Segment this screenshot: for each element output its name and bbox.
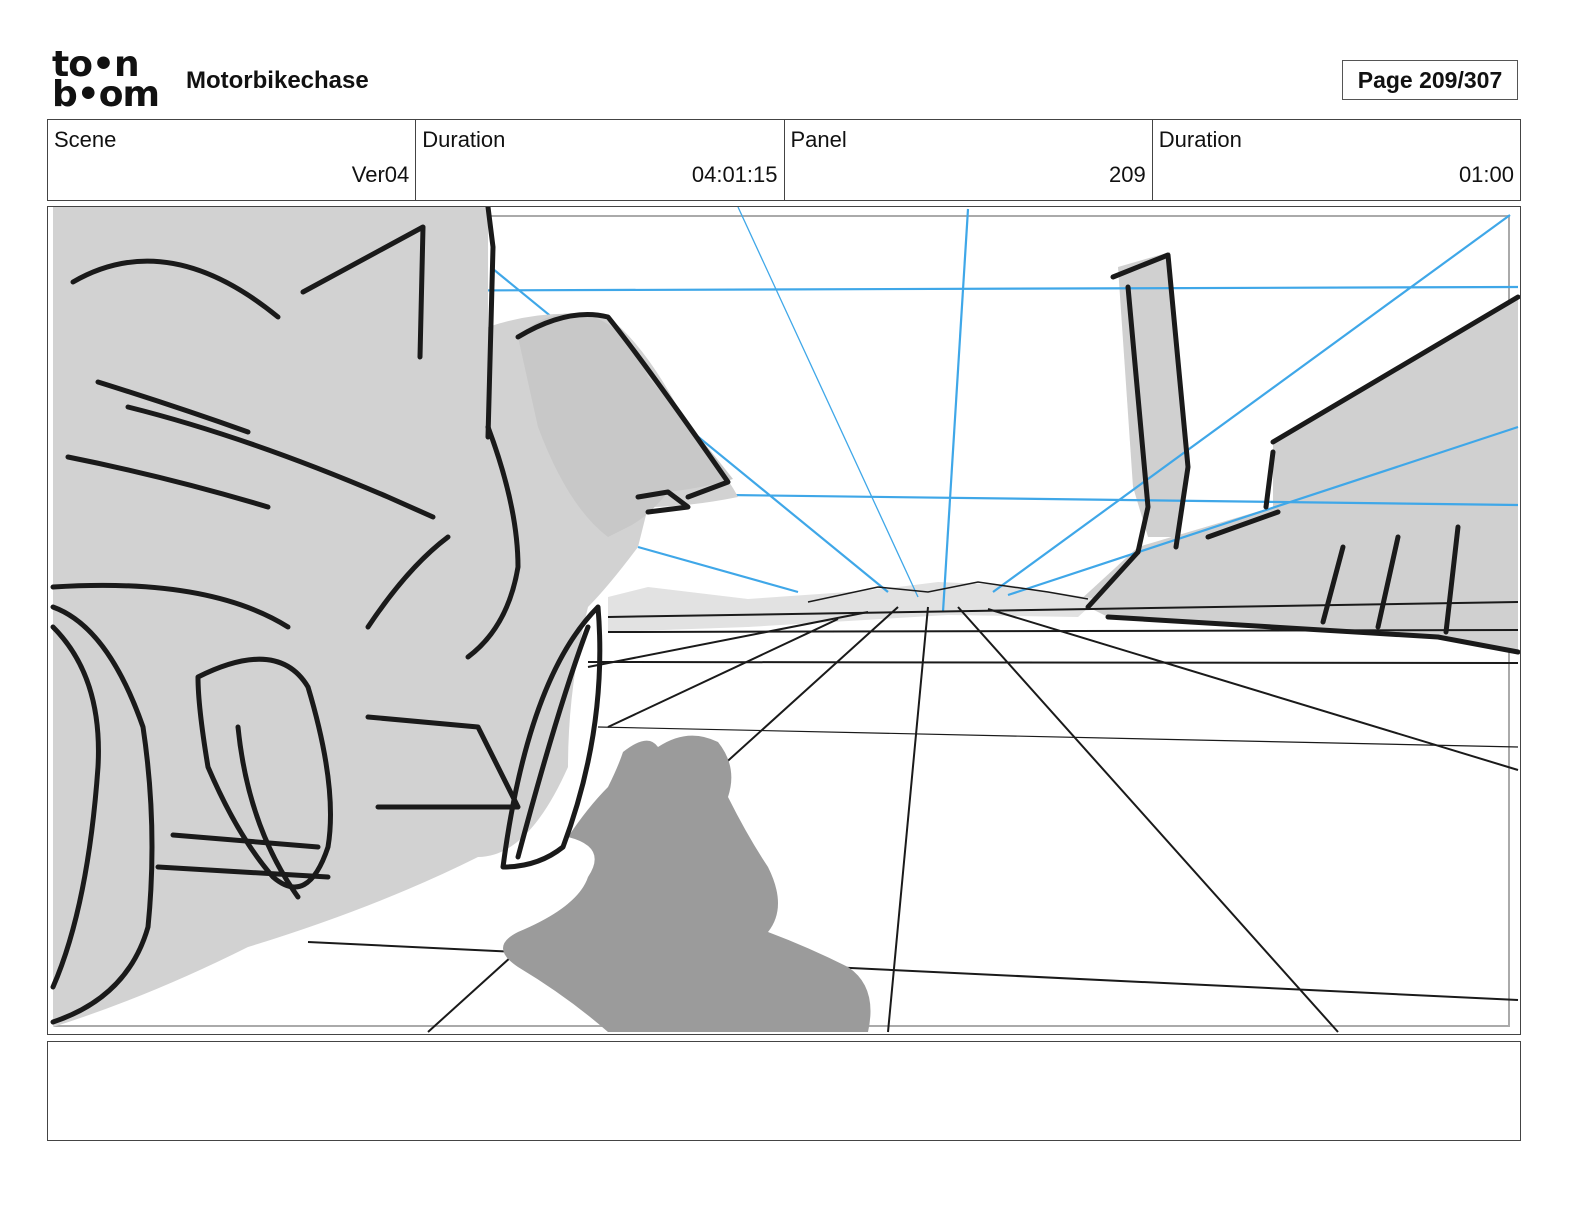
panel-value: 209 [1109,162,1146,187]
project-title: Motorbikechase [186,67,369,94]
scene-duration-label: Duration [422,127,506,152]
panel-info-table: Scene Ver04 Duration 04:01:15 Panel 209 … [47,119,1521,201]
scene-label: Scene [54,127,117,152]
panel-notes-area[interactable] [47,1041,1521,1141]
storyboard-sketch [50,207,1520,1033]
storyboard-panel-image [47,206,1521,1035]
toonboom-logo: to•n b•om [52,47,164,115]
panel-cell: Panel 209 [785,120,1153,200]
panel-duration-cell: Duration 01:00 [1153,120,1520,200]
page-indicator: Page 209/307 [1342,60,1518,100]
scene-duration-value: 04:01:15 [691,162,778,187]
scene-cell: Scene Ver04 [48,120,417,200]
panel-label: Panel [790,127,847,152]
panel-duration-label: Duration [1158,127,1242,152]
panel-duration-value: 01:00 [1458,162,1514,187]
scene-value: Ver04 [351,162,410,187]
logo-bottom-text: b•om [52,74,160,115]
scene-duration-cell: Duration 04:01:15 [416,120,785,200]
